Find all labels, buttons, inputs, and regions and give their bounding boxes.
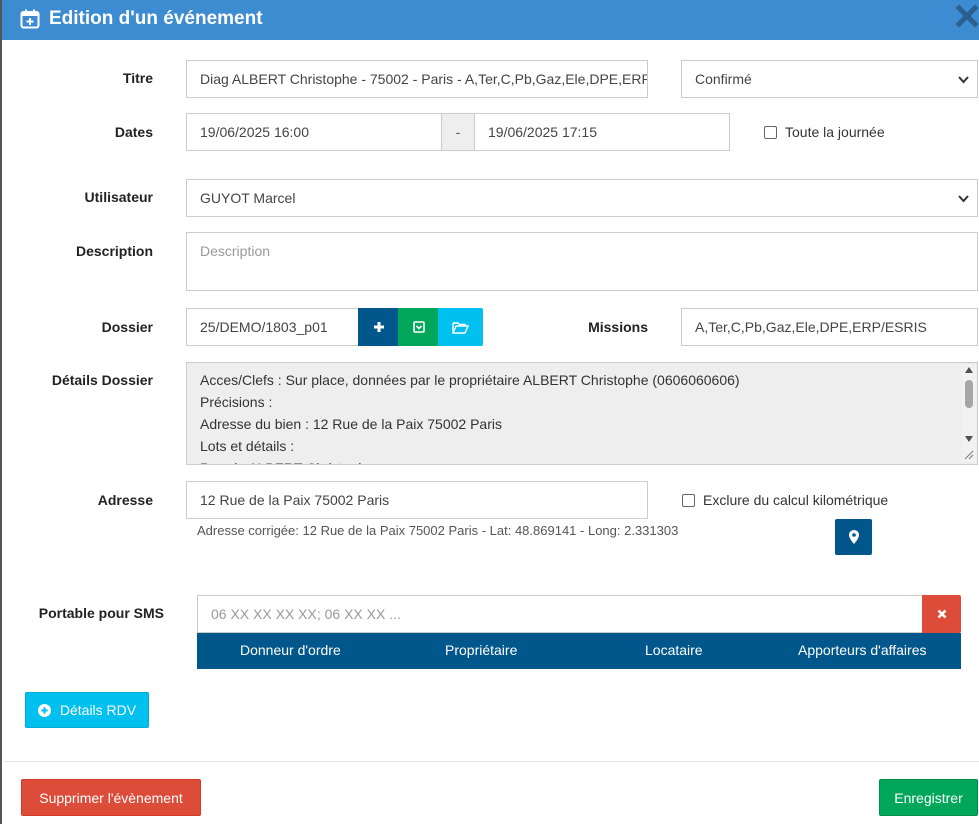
modal-header: Edition d'un événement bbox=[2, 0, 979, 40]
details-line: Précisions : bbox=[200, 394, 273, 410]
calendar-plus-icon bbox=[20, 9, 40, 29]
scrollbar-thumb[interactable] bbox=[965, 380, 973, 408]
dossier-input[interactable]: 25/DEMO/1803_p01 bbox=[186, 308, 359, 346]
open-dossier-button[interactable] bbox=[438, 308, 483, 346]
dates-label: Dates bbox=[114, 124, 153, 140]
titre-input[interactable]: Diag ALBERT Christophe - 75002 - Paris -… bbox=[186, 60, 648, 98]
date-start-input[interactable]: 19/06/2025 16:00 bbox=[186, 113, 442, 151]
details-line: Lots et détails : bbox=[200, 438, 295, 454]
utilisateur-label: Utilisateur bbox=[84, 189, 153, 205]
map-location-button[interactable] bbox=[835, 519, 872, 555]
chevron-down-icon bbox=[958, 195, 969, 203]
titre-label: Titre bbox=[122, 70, 153, 86]
resize-handle-icon[interactable] bbox=[964, 450, 974, 460]
all-day-label: Toute la journée bbox=[785, 124, 885, 140]
exclude-km-checkbox[interactable] bbox=[682, 494, 695, 507]
missions-input[interactable]: A,Ter,C,Pb,Gaz,Ele,DPE,ERP/ESRIS bbox=[681, 308, 978, 346]
details-line: Proprio ALBERT Christophe bbox=[200, 457, 964, 464]
modal-title: Edition d'un événement bbox=[49, 8, 263, 29]
details-line: Adresse du bien : 12 Rue de la Paix 7500… bbox=[200, 416, 502, 432]
utilisateur-select[interactable]: GUYOT Marcel bbox=[186, 179, 978, 217]
all-day-checkbox[interactable] bbox=[764, 126, 777, 139]
tab-apporteurs-affaires[interactable]: Apporteurs d'affaires bbox=[798, 642, 927, 658]
scroll-up-icon[interactable] bbox=[965, 367, 973, 373]
details-scrollbar[interactable] bbox=[962, 364, 976, 462]
map-marker-icon bbox=[848, 530, 859, 544]
archive-icon bbox=[412, 321, 425, 333]
sms-input[interactable]: 06 XX XX XX XX; 06 XX XX ... bbox=[197, 595, 923, 633]
details-dossier-label: Détails Dossier bbox=[51, 372, 153, 388]
details-rdv-button[interactable]: Détails RDV bbox=[25, 692, 149, 728]
scroll-down-icon[interactable] bbox=[965, 436, 973, 442]
add-dossier-button[interactable] bbox=[358, 308, 399, 346]
description-label: Description bbox=[75, 243, 153, 259]
details-rdv-label: Détails RDV bbox=[59, 702, 137, 718]
dossier-label: Dossier bbox=[101, 319, 153, 335]
details-dossier-textarea[interactable]: Acces/Clefs : Sur place, données par le … bbox=[186, 362, 978, 465]
clear-sms-button[interactable] bbox=[922, 595, 961, 633]
close-icon[interactable] bbox=[955, 2, 979, 32]
plus-circle-icon bbox=[37, 703, 51, 717]
plus-icon bbox=[373, 322, 384, 332]
tab-donneur-ordre[interactable]: Donneur d'ordre bbox=[240, 642, 341, 658]
status-select-value: Confirmé bbox=[695, 71, 752, 87]
missions-label: Missions bbox=[588, 319, 648, 335]
sms-label: Portable pour SMS bbox=[38, 605, 164, 621]
date-separator: - bbox=[441, 113, 475, 151]
tab-proprietaire[interactable]: Propriétaire bbox=[445, 642, 517, 658]
save-button[interactable]: Enregistrer bbox=[879, 779, 978, 816]
adresse-corrigee-text: Adresse corrigée: 12 Rue de la Paix 7500… bbox=[197, 523, 679, 538]
tab-locataire[interactable]: Locataire bbox=[645, 642, 703, 658]
adresse-input[interactable]: 12 Rue de la Paix 75002 Paris bbox=[186, 481, 648, 519]
footer-divider bbox=[4, 761, 979, 762]
exclude-km-label: Exclure du calcul kilométrique bbox=[703, 492, 889, 508]
delete-event-button[interactable]: Supprimer l'évènement bbox=[21, 779, 201, 816]
status-select[interactable]: Confirmé bbox=[681, 60, 978, 98]
details-line: Acces/Clefs : Sur place, données par le … bbox=[200, 372, 740, 388]
chevron-down-icon bbox=[958, 76, 969, 84]
adresse-label: Adresse bbox=[97, 492, 153, 508]
archive-dossier-button[interactable] bbox=[398, 308, 439, 346]
description-textarea[interactable]: Description bbox=[186, 232, 978, 291]
edit-event-modal: Edition d'un événement Titre Diag ALBERT… bbox=[0, 0, 979, 824]
date-end-input[interactable]: 19/06/2025 17:15 bbox=[474, 113, 730, 151]
close-icon bbox=[937, 609, 946, 619]
contact-tabs: Donneur d'ordre Propriétaire Locataire A… bbox=[197, 633, 961, 669]
utilisateur-select-value: GUYOT Marcel bbox=[200, 190, 296, 206]
folder-open-icon bbox=[452, 321, 469, 334]
